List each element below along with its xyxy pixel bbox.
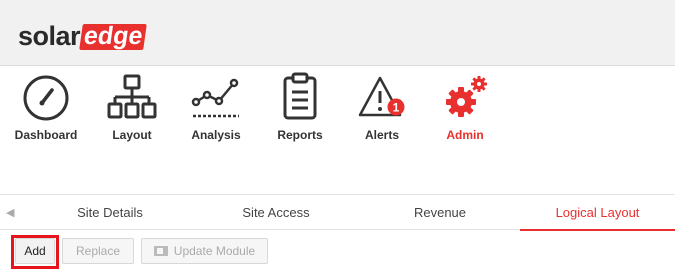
solaredge-logo[interactable]: solar edge [18,21,148,51]
nav-item-alerts[interactable]: 1 Alerts [342,70,422,142]
nav-item-dashboard[interactable]: Dashboard [6,70,86,142]
nav-label-analysis: Analysis [191,128,241,142]
replace-button[interactable]: Replace [62,238,134,264]
nav-label-dashboard: Dashboard [14,128,78,142]
nav-label-admin: Admin [446,128,484,142]
gears-icon [446,76,487,117]
nav-item-analysis[interactable]: Analysis [176,70,256,142]
module-icon [153,246,168,256]
nav-label-layout: Layout [112,128,152,142]
nav-label-reports: Reports [277,128,323,142]
hierarchy-icon [107,74,157,119]
clipboard-icon [283,72,317,120]
admin-tabs: ◀ Site Details Site Access Revenue Logic… [0,194,675,231]
tab-logical-layout[interactable]: Logical Layout [520,195,675,231]
update-module-label: Update Module [173,244,256,258]
nav-item-admin[interactable]: Admin [425,70,505,142]
app-header: solar edge [0,0,675,66]
add-button-highlight [11,235,59,269]
gauge-icon [23,75,69,121]
layout-toolbar: Add Replace Update Module [0,236,675,266]
update-module-button[interactable]: Update Module [141,238,268,264]
line-chart-icon [191,78,239,118]
chevron-left-icon[interactable]: ◀ [6,206,16,219]
warning-icon: 1 [358,76,405,117]
main-nav: Dashboard Layout Analysis Reports 1 Aler… [0,70,675,158]
tab-site-access[interactable]: Site Access [221,195,331,230]
logo-text-edge: edge [79,22,148,50]
tab-revenue[interactable]: Revenue [385,195,495,230]
nav-item-layout[interactable]: Layout [92,70,172,142]
logo-text-solar: solar [18,21,81,51]
nav-label-alerts: Alerts [364,128,399,142]
alert-badge-count: 1 [393,101,400,115]
tab-site-details[interactable]: Site Details [55,195,165,230]
nav-item-reports[interactable]: Reports [260,70,340,142]
